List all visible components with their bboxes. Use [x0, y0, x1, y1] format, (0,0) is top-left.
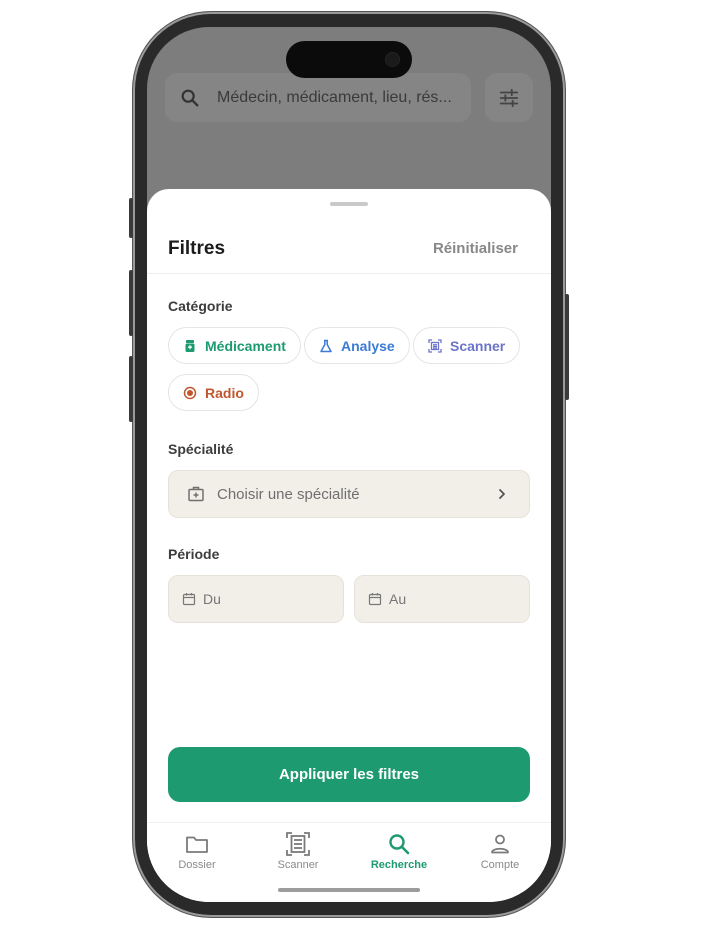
chip-medicament[interactable]: Médicament [168, 327, 301, 364]
filter-button[interactable] [485, 73, 533, 122]
search-bar[interactable]: Médecin, médicament, lieu, rés... [165, 73, 471, 122]
tab-scanner[interactable]: Scanner [258, 831, 338, 871]
user-icon [491, 834, 509, 854]
apply-filters-button[interactable]: Appliquer les filtres [168, 747, 530, 802]
radio-target-icon [183, 386, 197, 399]
specialty-label: Spécialité [168, 441, 234, 457]
calendar-icon [368, 593, 382, 606]
camera-icon [385, 52, 400, 67]
sliders-icon [499, 88, 519, 107]
tab-label: Scanner [277, 859, 319, 871]
tab-label: Dossier [178, 859, 216, 871]
date-to-placeholder: Au [389, 591, 407, 607]
chip-scanner[interactable]: Scanner [413, 327, 521, 364]
sheet-grabber[interactable] [330, 202, 368, 206]
specialty-select[interactable]: Choisir une spécialité [168, 470, 530, 518]
medical-bag-icon [188, 486, 204, 502]
tab-label: Compte [480, 859, 520, 871]
pill-bottle-icon [185, 339, 195, 352]
date-to-field[interactable]: Au [354, 575, 530, 623]
chevron-right-icon [499, 489, 505, 499]
date-from-field[interactable]: Du [168, 575, 344, 623]
calendar-icon [182, 593, 196, 606]
scan-icon [428, 338, 442, 353]
chip-label: Analyse [341, 337, 395, 354]
filter-sheet: Filtres Réinitialiser Catégorie Médicame… [147, 189, 551, 902]
power-button [565, 294, 569, 400]
chip-radio[interactable]: Radio [168, 374, 259, 411]
action-button [129, 198, 133, 238]
dynamic-island [286, 41, 412, 78]
specialty-placeholder: Choisir une spécialité [217, 485, 360, 503]
period-label: Période [168, 546, 220, 562]
document-scan-icon [286, 832, 310, 856]
chip-label: Médicament [205, 337, 286, 354]
category-label: Catégorie [168, 298, 233, 314]
tab-label: Recherche [370, 859, 428, 871]
tab-recherche[interactable]: Recherche [359, 831, 439, 871]
divider [147, 273, 551, 274]
chip-label: Radio [205, 384, 244, 401]
tab-dossier[interactable]: Dossier [157, 831, 237, 871]
reset-button[interactable]: Réinitialiser [433, 240, 518, 257]
tab-compte[interactable]: Compte [460, 831, 540, 871]
search-icon [389, 834, 410, 855]
chip-label: Scanner [450, 337, 506, 354]
sheet-title: Filtres [168, 238, 226, 259]
screen: Médecin, médicament, lieu, rés... Filtre… [147, 27, 551, 902]
flask-icon [320, 339, 332, 352]
chip-analyse[interactable]: Analyse [304, 327, 410, 364]
folder-icon [186, 836, 208, 853]
search-icon [181, 89, 199, 107]
home-indicator[interactable] [278, 888, 420, 892]
date-from-placeholder: Du [203, 591, 221, 607]
volume-down-button [129, 356, 133, 422]
search-input[interactable]: Médecin, médicament, lieu, rés... [217, 89, 452, 107]
volume-up-button [129, 270, 133, 336]
